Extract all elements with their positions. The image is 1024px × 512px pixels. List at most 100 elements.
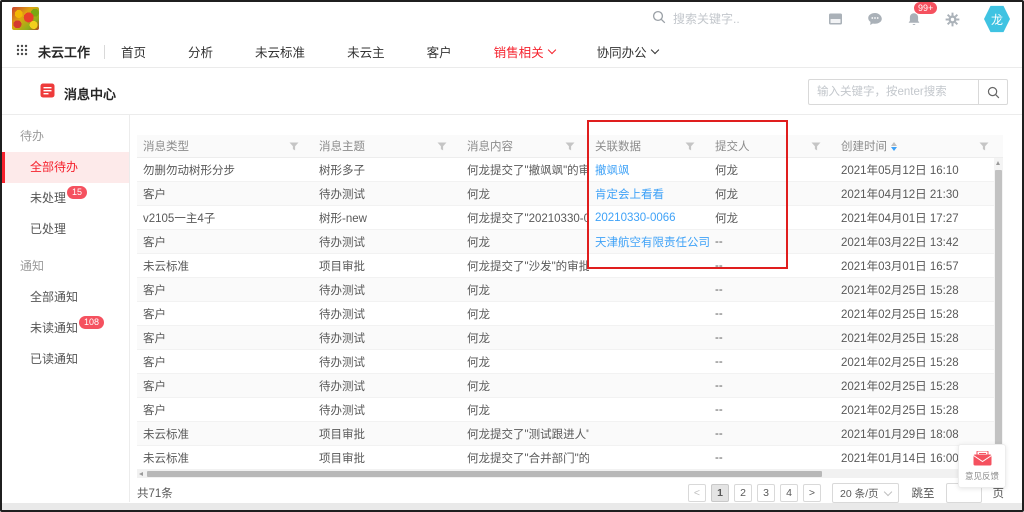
horizontal-scrollbar[interactable] <box>137 470 1003 478</box>
table-row[interactable]: v2105一主4子树形-new何龙提交了"20210330-0066"...20… <box>137 206 1003 230</box>
sidebar-item[interactable]: 全部待办 <box>2 152 129 183</box>
table-row[interactable]: 客户待办测试何龙--2021年02月25日 15:28 <box>137 326 1003 350</box>
table-cell: 何龙 <box>461 234 589 250</box>
table-cell: 2021年04月12日 21:30 <box>835 186 1003 202</box>
table-row[interactable]: 勿删勿动树形分步树形多子何龙提交了"撤飒飒"的审批申...撤飒飒何龙2021年0… <box>137 158 1003 182</box>
table-cell: 待办测试 <box>313 354 461 370</box>
table-header-cell[interactable]: 创建时间 <box>835 135 1003 157</box>
page-size-select[interactable]: 20 条/页 <box>832 483 899 503</box>
table-cell: -- <box>709 284 835 296</box>
feedback-button[interactable]: 意见反馈 <box>958 444 1006 488</box>
nav-item[interactable]: 销售相关 <box>494 42 555 61</box>
cell-text: 何龙 <box>715 189 738 201</box>
related-data-link[interactable]: 肯定会上看看 <box>595 189 664 201</box>
cell-text: 待办测试 <box>319 237 365 249</box>
sidebar-item[interactable]: 已处理 <box>2 214 129 245</box>
notebook-icon[interactable] <box>828 12 843 26</box>
nav-item[interactable]: 分析 <box>188 42 213 61</box>
cell-text: 2021年01月14日 16:00 <box>841 453 959 465</box>
nav-item[interactable]: 首页 <box>121 42 146 61</box>
next-page-button[interactable]: > <box>803 484 821 502</box>
chat-icon[interactable] <box>867 12 883 26</box>
page-button[interactable]: 2 <box>734 484 752 502</box>
table-cell: 何龙提交了"合并部门"的审批... <box>461 450 589 466</box>
table-header-cell[interactable]: 消息内容 <box>461 135 589 157</box>
table-cell: 待办测试 <box>313 282 461 298</box>
scroll-thumb[interactable] <box>995 170 1002 458</box>
cell-text: 客户 <box>143 357 166 369</box>
table-cell: 待办测试 <box>313 402 461 418</box>
total-count: 共71条 <box>137 485 173 501</box>
cell-text: 客户 <box>143 285 166 297</box>
cell-text: 何龙 <box>467 381 490 393</box>
cell-text: -- <box>715 356 723 368</box>
table-header-cell[interactable]: 关联数据 <box>589 135 709 157</box>
cell-text: 何龙 <box>467 357 490 369</box>
table-row[interactable]: 客户待办测试何龙--2021年02月25日 15:28 <box>137 302 1003 326</box>
apps-grid-icon[interactable] <box>16 43 28 61</box>
nav-item[interactable]: 客户 <box>427 42 452 61</box>
table-header-cell[interactable]: 消息主题 <box>313 135 461 157</box>
filter-icon[interactable] <box>685 142 695 151</box>
cell-text: 待办测试 <box>319 285 365 297</box>
bell-icon[interactable]: 99+ <box>907 12 921 27</box>
sidebar-item[interactable]: 全部通知 <box>2 282 129 313</box>
nav-item[interactable]: 协同办公 <box>597 42 658 61</box>
avatar[interactable]: 龙 <box>984 5 1010 33</box>
nav-divider <box>104 45 105 59</box>
filter-icon[interactable] <box>979 142 989 151</box>
table-header-cell[interactable]: 消息类型 <box>137 135 313 157</box>
nav-item-label: 未云标准 <box>255 42 305 61</box>
sidebar-item[interactable]: 已读通知 <box>2 344 129 375</box>
scroll-up-arrow[interactable] <box>996 161 1000 165</box>
filter-icon[interactable] <box>437 142 447 151</box>
table-row[interactable]: 未云标准项目审批何龙提交了"测试跟进人"的审...--2021年01月29日 1… <box>137 422 1003 446</box>
table-row[interactable]: 客户待办测试何龙--2021年02月25日 15:28 <box>137 278 1003 302</box>
sidebar-item[interactable]: 未读通知108 <box>2 313 129 344</box>
cell-text: 2021年03月01日 16:57 <box>841 261 959 273</box>
search-icon <box>652 10 666 29</box>
table-row[interactable]: 客户待办测试何龙天津航空有限责任公司--2021年03月22日 13:42 <box>137 230 1003 254</box>
prev-page-button[interactable]: < <box>688 484 706 502</box>
sidebar-item[interactable]: 未处理15 <box>2 183 129 214</box>
table-cell: 2021年02月25日 15:28 <box>835 378 1003 394</box>
sort-icon[interactable] <box>891 142 897 151</box>
page-button[interactable]: 1 <box>711 484 729 502</box>
cell-text: 何龙 <box>467 285 490 297</box>
table-cell: 待办测试 <box>313 306 461 322</box>
nav-item[interactable]: 未云标准 <box>255 42 305 61</box>
jump-label: 跳至 <box>912 485 935 501</box>
search-button[interactable] <box>978 79 1008 105</box>
table-row[interactable]: 客户待办测试何龙--2021年02月25日 15:28 <box>137 350 1003 374</box>
table-row[interactable]: 客户待办测试何龙--2021年02月25日 15:28 <box>137 398 1003 422</box>
table-row[interactable]: 未云标准项目审批何龙提交了"沙发"的审批申请...--2021年03月01日 1… <box>137 254 1003 278</box>
nav-item[interactable]: 未云主 <box>347 42 385 61</box>
gear-icon[interactable] <box>945 12 960 27</box>
filter-icon[interactable] <box>811 142 821 151</box>
related-data-link[interactable]: 天津航空有限责任公司 <box>595 237 709 249</box>
cell-text: 项目审批 <box>319 429 365 441</box>
filter-icon[interactable] <box>289 142 299 151</box>
table-cell: 树形多子 <box>313 162 461 178</box>
table-cell: 2021年01月29日 18:08 <box>835 426 1003 442</box>
company-logo[interactable] <box>12 7 39 30</box>
related-data-link[interactable]: 撤飒飒 <box>595 165 630 177</box>
filter-icon[interactable] <box>565 142 575 151</box>
page-button[interactable]: 4 <box>780 484 798 502</box>
table-header-cell[interactable]: 提交人 <box>709 135 835 157</box>
table-row[interactable]: 客户待办测试何龙--2021年02月25日 15:28 <box>137 374 1003 398</box>
page-button[interactable]: 3 <box>757 484 775 502</box>
table-row[interactable]: 未云标准项目审批何龙提交了"合并部门"的审批...--2021年01月14日 1… <box>137 446 1003 470</box>
vertical-scrollbar[interactable] <box>994 158 1003 470</box>
table-row[interactable]: 客户待办测试何龙肯定会上看看何龙2021年04月12日 21:30 <box>137 182 1003 206</box>
envelope-icon <box>973 451 992 468</box>
global-search-input[interactable] <box>673 12 833 26</box>
scroll-thumb[interactable] <box>147 471 822 477</box>
related-data-link[interactable]: 20210330-0066 <box>595 212 676 224</box>
table-cell: 何龙提交了"20210330-0066"... <box>461 210 589 226</box>
scroll-left-arrow[interactable] <box>139 472 143 476</box>
keyword-search-input[interactable] <box>808 79 978 105</box>
table-cell: 2021年02月25日 15:28 <box>835 306 1003 322</box>
workspace-title[interactable]: 未云工作 <box>38 42 90 61</box>
column-label: 消息内容 <box>467 138 513 154</box>
